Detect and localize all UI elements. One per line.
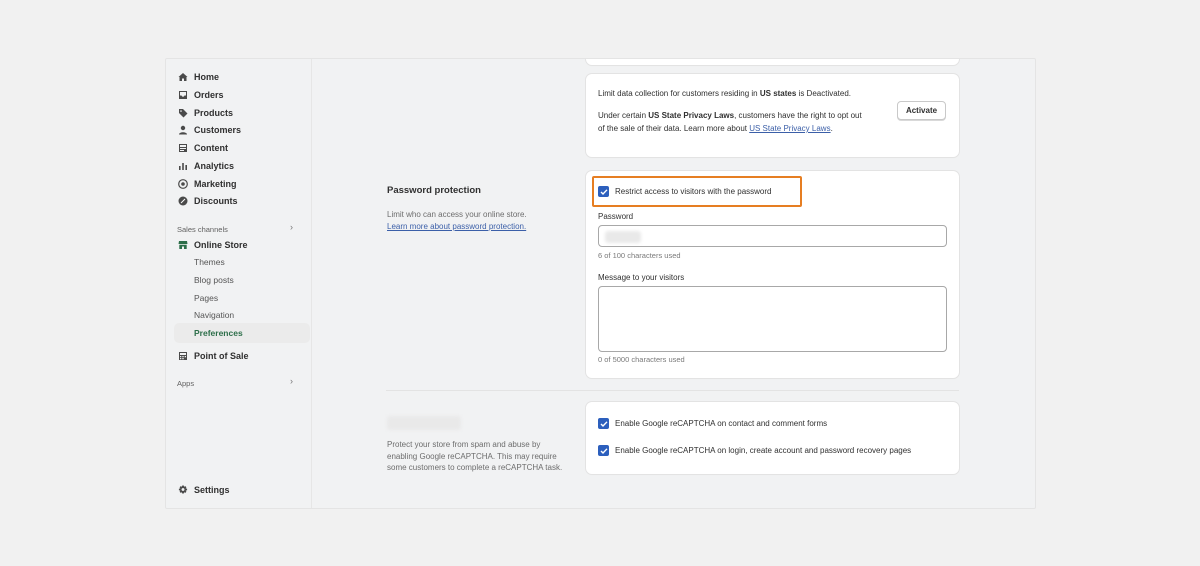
sidebar-item-label: Analytics	[194, 160, 235, 171]
sidebar-subitem-blog-posts[interactable]: Blog posts	[194, 272, 234, 287]
sidebar-item-label: Point of Sale	[194, 350, 249, 361]
home-icon	[177, 71, 188, 82]
subitem-label: Preferences	[194, 327, 243, 338]
activate-button[interactable]: Activate	[897, 101, 946, 120]
bar-chart-icon	[177, 160, 188, 171]
apps-heading[interactable]: Apps	[177, 377, 194, 389]
recaptcha-contact-label[interactable]: Enable Google reCAPTCHA on contact and c…	[615, 417, 827, 430]
person-icon	[177, 124, 188, 135]
recaptcha-contact-checkbox[interactable]	[598, 418, 609, 429]
learn-more-password-link[interactable]: Learn more about password protection.	[387, 221, 557, 233]
sidebar-item-label: Settings	[194, 484, 230, 495]
store-icon	[177, 239, 188, 250]
text-fragment-bold: US State Privacy Laws	[648, 111, 735, 120]
sidebar-subitem-themes[interactable]: Themes	[194, 254, 225, 269]
sidebar: Home Orders Products Customers Content A…	[166, 59, 311, 508]
sidebar-item-label: Orders	[194, 89, 224, 100]
redacted-password	[605, 231, 641, 243]
sidebar-item-online-store[interactable]: Online Store	[177, 236, 248, 253]
previous-card	[586, 59, 959, 65]
privacy-status-text: Limit data collection for customers resi…	[598, 87, 898, 100]
message-label: Message to your visitors	[598, 273, 685, 282]
password-char-count: 6 of 100 characters used	[598, 251, 681, 260]
recaptcha-login-label[interactable]: Enable Google reCAPTCHA on login, create…	[615, 444, 911, 457]
sidebar-item-home[interactable]: Home	[177, 68, 219, 85]
sidebar-item-label: Customers	[194, 124, 242, 135]
sidebar-item-customers[interactable]: Customers	[177, 121, 241, 138]
recaptcha-card: Enable Google reCAPTCHA on contact and c…	[586, 402, 959, 474]
subitem-label: Pages	[194, 292, 219, 303]
text-fragment: Under certain	[598, 111, 649, 120]
sidebar-item-products[interactable]: Products	[177, 104, 233, 121]
text-fragment: is Deactivated.	[796, 89, 852, 98]
sidebar-subitem-pages[interactable]: Pages	[194, 290, 218, 305]
privacy-laws-link[interactable]: US State Privacy Laws	[749, 124, 830, 133]
privacy-card: Limit data collection for customers resi…	[586, 74, 959, 157]
password-section-title: Password protection	[387, 185, 481, 196]
gear-icon	[177, 484, 188, 495]
sidebar-item-content[interactable]: Content	[177, 139, 228, 156]
pos-icon	[177, 350, 188, 361]
privacy-law-text: Under certain US State Privacy Laws, cus…	[598, 109, 868, 135]
sales-channels-label: Sales channels	[177, 224, 228, 234]
content-icon	[177, 142, 188, 153]
chevron-right-icon[interactable]: ›	[290, 376, 293, 386]
sidebar-item-label: Home	[194, 71, 220, 82]
message-char-count: 0 of 5000 characters used	[598, 355, 685, 364]
sidebar-item-label: Content	[194, 142, 228, 153]
section-divider	[386, 390, 959, 391]
sales-channels-heading[interactable]: Sales channels	[177, 223, 228, 235]
apps-label: Apps	[177, 378, 195, 388]
sidebar-item-label: Discounts	[194, 195, 238, 206]
password-section-description: Limit who can access your online store. …	[387, 209, 557, 232]
text-fragment: Limit data collection for customers resi…	[598, 89, 760, 98]
subitem-label: Blog posts	[194, 274, 234, 285]
discount-icon	[177, 195, 188, 206]
sidebar-item-marketing[interactable]: Marketing	[177, 175, 237, 192]
sidebar-subitem-navigation[interactable]: Navigation	[194, 307, 234, 322]
recaptcha-login-checkbox[interactable]	[598, 445, 609, 456]
inbox-icon	[177, 89, 188, 100]
subitem-label: Themes	[194, 256, 225, 267]
text-fragment: .	[830, 124, 833, 133]
checkmark-icon	[600, 420, 608, 427]
text-fragment-bold: US states	[759, 89, 797, 98]
recaptcha-description: Protect your store from spam and abuse b…	[387, 440, 563, 472]
highlight-box	[592, 176, 802, 207]
description-text: Limit who can access your online store.	[387, 210, 527, 219]
sidebar-item-label: Marketing	[194, 178, 237, 189]
message-textarea[interactable]	[598, 286, 947, 352]
target-icon	[177, 178, 188, 189]
redacted-section-title	[387, 416, 461, 430]
sidebar-item-discounts[interactable]: Discounts	[177, 192, 238, 209]
sidebar-item-settings[interactable]: Settings	[177, 481, 230, 498]
sidebar-item-label: Products	[194, 107, 234, 118]
sidebar-item-analytics[interactable]: Analytics	[177, 157, 234, 174]
sidebar-item-point-of-sale[interactable]: Point of Sale	[177, 347, 249, 364]
sidebar-divider	[311, 59, 312, 508]
subitem-label: Navigation	[194, 309, 235, 320]
sidebar-item-orders[interactable]: Orders	[177, 86, 224, 103]
chevron-right-icon[interactable]: ›	[290, 222, 293, 232]
password-label: Password	[598, 212, 634, 221]
tag-icon	[177, 107, 188, 118]
checkmark-icon	[600, 447, 608, 454]
sidebar-subitem-preferences[interactable]: Preferences	[194, 325, 243, 340]
admin-window: Home Orders Products Customers Content A…	[165, 58, 1036, 509]
sidebar-item-label: Online Store	[194, 239, 248, 250]
password-input[interactable]	[598, 225, 947, 247]
